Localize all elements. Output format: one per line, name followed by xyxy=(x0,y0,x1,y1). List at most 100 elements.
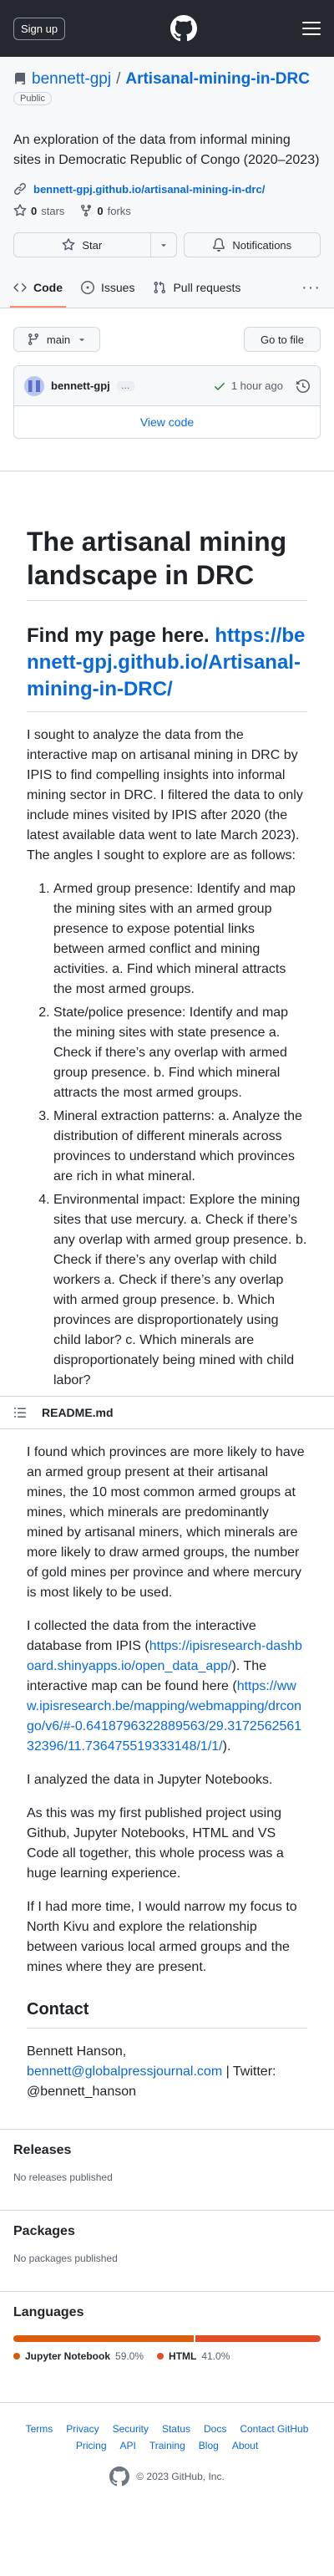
forks-label: forks xyxy=(107,204,131,217)
view-code-link[interactable]: View code xyxy=(14,406,320,438)
homepage-row: bennett-gpj.github.io/artisanal-mining-i… xyxy=(13,182,321,196)
tab-pull-requests[interactable]: Pull requests xyxy=(153,267,240,308)
menu-icon[interactable] xyxy=(302,22,321,35)
list-item: State/police presence: Identify and map … xyxy=(53,1003,307,1103)
footer-link-pricing[interactable]: Pricing xyxy=(76,2440,107,2451)
language-item-jupyter[interactable]: Jupyter Notebook 59.0% xyxy=(13,2350,144,2362)
tab-issues[interactable]: Issues xyxy=(81,267,134,308)
avatar[interactable] xyxy=(24,375,44,396)
bell-icon xyxy=(213,238,225,252)
footer-link-terms[interactable]: Terms xyxy=(26,2423,53,2435)
languages-section: Languages Jupyter Notebook 59.0% HTML 41… xyxy=(0,2291,334,2375)
packages-title[interactable]: Packages xyxy=(13,2224,321,2239)
footer-link-api[interactable]: API xyxy=(120,2440,136,2451)
triangle-down-icon xyxy=(160,244,166,247)
triangle-down-icon xyxy=(79,339,84,342)
star-button-label: Star xyxy=(82,238,103,252)
footer-link-status[interactable]: Status xyxy=(162,2423,190,2435)
repo-actions: Star Notifications xyxy=(13,232,321,257)
readme-body: The artisanal mining landscape in DRC Fi… xyxy=(0,471,334,2115)
branch-name: main xyxy=(46,333,71,346)
footer-link-privacy[interactable]: Privacy xyxy=(66,2423,99,2435)
more-tabs-icon[interactable]: ··· xyxy=(301,278,321,298)
github-mark-icon[interactable] xyxy=(109,2467,130,2487)
site-footer: Terms Privacy Security Status Docs Conta… xyxy=(0,2402,334,2510)
angles-list: Armed group presence: Identify and map t… xyxy=(27,879,307,1391)
packages-empty: No packages published xyxy=(13,2253,118,2264)
languages-title: Languages xyxy=(13,2305,84,2319)
star-list-dropdown[interactable] xyxy=(149,232,177,257)
language-bar-segment-html xyxy=(195,2335,321,2342)
footer-link-security[interactable]: Security xyxy=(113,2423,149,2435)
languages-list: Jupyter Notebook 59.0% HTML 41.0% xyxy=(13,2350,321,2362)
git-branch-icon xyxy=(28,333,38,346)
collected-paragraph: I collected the data from the interactiv… xyxy=(27,1616,307,1757)
intro-paragraph: I sought to analyze the data from the in… xyxy=(27,728,303,863)
stars-count: 0 xyxy=(31,204,38,217)
github-logo-icon[interactable] xyxy=(170,15,198,42)
issue-opened-icon xyxy=(81,281,94,294)
tab-code[interactable]: Code xyxy=(10,267,66,308)
analyzed-paragraph: I analyzed the data in Jupyter Notebooks… xyxy=(27,1773,273,1787)
language-name: HTML xyxy=(169,2350,197,2362)
readme-filename[interactable]: README.md xyxy=(42,1406,114,1419)
language-name: Jupyter Notebook xyxy=(25,2350,111,2362)
footer-link-blog[interactable]: Blog xyxy=(199,2440,219,2451)
language-item-html[interactable]: HTML 41.0% xyxy=(157,2350,230,2362)
stars-label: stars xyxy=(41,204,65,217)
link-icon xyxy=(14,183,26,195)
repo-header: bennett-gpj / Artisanal-mining-in-DRC Pu… xyxy=(0,57,334,308)
fork-icon xyxy=(81,205,92,217)
contact-email-link[interactable]: bennett@globalpressjournal.com xyxy=(27,2064,222,2079)
readme-sticky-header: README.md xyxy=(0,1396,334,1429)
list-item: Mineral extraction patterns: a. Analyze … xyxy=(53,1107,307,1187)
visibility-badge: Public xyxy=(13,92,52,105)
list-item-text: Environmental impact: Explore the mining… xyxy=(53,1193,307,1387)
repo-icon xyxy=(14,73,25,84)
collected-text-3: ). xyxy=(222,1739,231,1754)
tab-code-label: Code xyxy=(33,281,63,294)
footer-link-contact[interactable]: Contact GitHub xyxy=(240,2423,308,2435)
footer-link-docs[interactable]: Docs xyxy=(204,2423,226,2435)
repo-owner-link[interactable]: bennett-gpj xyxy=(32,70,111,89)
git-pull-request-icon xyxy=(154,281,166,294)
contact-paragraph: Bennett Hanson, bennett@globalpressjourna… xyxy=(27,2042,307,2102)
list-item: Armed group presence: Identify and map t… xyxy=(53,879,307,1000)
language-color-dot xyxy=(157,2353,164,2360)
latest-commit-box: bennett-gpj … 1 hour ago View code xyxy=(13,365,321,439)
site-header: Sign up xyxy=(0,0,334,57)
latest-commit-row: bennett-gpj … 1 hour ago xyxy=(14,366,320,406)
forks-count-link[interactable]: 0 forks xyxy=(79,204,131,217)
star-button[interactable]: Star xyxy=(13,232,151,257)
commit-author[interactable]: bennett-gpj xyxy=(51,379,110,392)
check-icon xyxy=(214,382,225,390)
repo-tabs: Code Issues Pull requests ··· xyxy=(10,267,321,308)
readme-title: The artisanal mining landscape in DRC xyxy=(27,525,307,601)
tab-issues-label: Issues xyxy=(101,281,135,294)
footer-link-training[interactable]: Training xyxy=(149,2440,185,2451)
list-item: Environmental impact: Explore the mining… xyxy=(53,1190,307,1391)
releases-title[interactable]: Releases xyxy=(13,2143,321,2158)
repo-name-link[interactable]: Artisanal-mining-in-DRC xyxy=(125,70,310,89)
list-unordered-icon[interactable] xyxy=(13,1406,27,1419)
repo-title-slash: / xyxy=(116,70,121,88)
copyright: © 2023 GitHub, Inc. xyxy=(136,2471,225,2482)
footer-link-about[interactable]: About xyxy=(232,2440,258,2451)
commit-time[interactable]: 1 hour ago xyxy=(231,379,283,392)
notifications-label: Notifications xyxy=(232,238,292,252)
go-to-file-button[interactable]: Go to file xyxy=(244,327,321,352)
commit-meta: 1 hour ago xyxy=(213,379,310,393)
homepage-link[interactable]: bennett-gpj.github.io/artisanal-mining-i… xyxy=(33,183,265,196)
contact-heading: Contact xyxy=(27,1998,307,2029)
repo-counts: 0 stars 0 forks xyxy=(13,204,321,217)
notifications-button[interactable]: Notifications xyxy=(183,232,321,257)
footer-links: Terms Privacy Security Status Docs Conta… xyxy=(13,2423,321,2451)
more-time-paragraph: If I had more time, I would narrow my fo… xyxy=(27,1900,297,1974)
packages-section: Packages No packages published xyxy=(0,2210,334,2278)
branch-select-button[interactable]: main xyxy=(13,327,100,352)
commit-message-expand-button[interactable]: … xyxy=(116,380,134,391)
sign-up-button[interactable]: Sign up xyxy=(13,17,66,40)
stars-count-link[interactable]: 0 stars xyxy=(13,204,64,217)
code-icon xyxy=(13,283,27,293)
history-icon[interactable] xyxy=(296,379,310,393)
